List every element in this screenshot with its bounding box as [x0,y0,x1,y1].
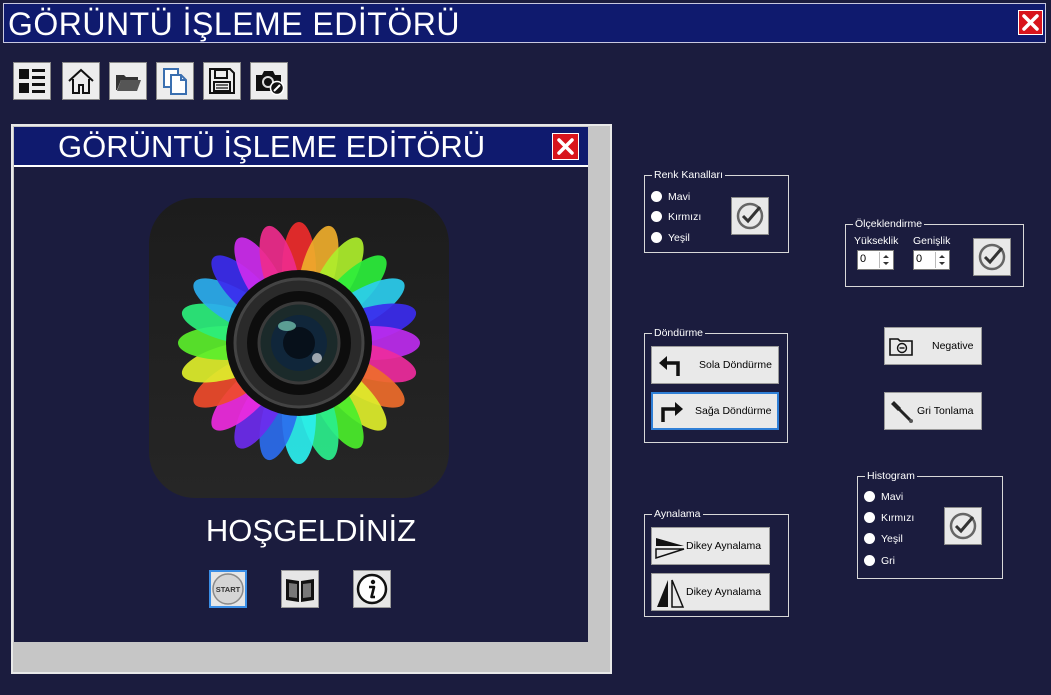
height-stepper[interactable]: 0 [857,250,894,270]
help-book-button[interactable] [281,570,319,608]
start-icon: START [212,573,244,605]
negative-folder-icon [889,338,913,356]
radio-label: Mavi [881,491,904,503]
camera-flower-logo-icon [178,222,420,464]
mirror-button-1-label: Dikey Aynalama [686,540,762,552]
rotate-left-label: Sola Döndürme [699,359,772,371]
title-bar: GÖRÜNTÜ İŞLEME EDİTÖRÜ [3,3,1046,43]
histogram-group: Histogram Mavi Kırmızı Yeşil Gri [857,469,1003,579]
menu-button[interactable] [13,62,51,100]
copy-icon [163,68,187,95]
radio-hist-mavi[interactable]: Mavi [864,490,903,504]
app-logo [149,198,449,498]
menu-icon [19,69,45,93]
negative-label: Negative [932,340,974,352]
spinner-arrows-icon[interactable] [935,252,948,268]
radio-label: Gri [881,555,895,567]
save-icon [209,68,235,94]
radio-label: Kırmızı [668,211,702,223]
scaling-apply-button[interactable] [973,238,1011,276]
radio-hist-gri[interactable]: Gri [864,554,895,568]
close-button[interactable] [1018,10,1043,35]
negative-button[interactable]: Negative [884,327,982,365]
eyedropper-icon [891,401,913,423]
scaling-group: Ölçeklendirme Yükseklik Genişlik 0 0 [845,217,1024,287]
radio-hist-kirmizi[interactable]: Kırmızı [864,511,914,525]
start-label: START [216,585,241,594]
home-icon [68,68,94,94]
mirroring-group: Aynalama Dikey Aynalama Dikey Aynalama [644,507,789,617]
scaling-label: Ölçeklendirme [853,217,925,231]
check-circle-icon [949,512,977,540]
color-channels-group: Renk Kanalları Mavi Kırmızı Yeşil [644,168,789,253]
rotation-label: Döndürme [652,326,706,340]
radio-label: Yeşil [668,232,690,244]
save-button[interactable] [203,62,241,100]
width-stepper[interactable]: 0 [913,250,950,270]
radio-label: Mavi [668,191,691,203]
check-circle-icon [978,243,1006,271]
welcome-title: GÖRÜNTÜ İŞLEME EDİTÖRÜ [58,129,486,164]
welcome-heading: HOŞGELDİNİZ [205,513,417,548]
grayscale-label: Gri Tonlama [917,405,974,417]
rotate-right-arrow-icon [661,402,683,422]
radio-hist-yesil[interactable]: Yeşil [864,532,903,546]
rotate-right-label: Sağa Döndürme [695,405,772,417]
rotate-left-button[interactable]: Sola Döndürme [651,346,779,384]
spinner-arrows-icon[interactable] [879,252,892,268]
grayscale-button[interactable]: Gri Tonlama [884,392,982,430]
histogram-apply-button[interactable] [944,507,982,545]
width-value: 0 [916,253,923,265]
folder-open-icon [116,75,141,91]
close-icon [1022,14,1039,31]
rotation-group: Döndürme Sola Döndürme Sağa Döndürme [644,326,788,443]
radio-label: Kırmızı [881,512,915,524]
mirror-button-1[interactable]: Dikey Aynalama [651,527,770,565]
mirror-button-2[interactable]: Dikey Aynalama [651,573,770,611]
info-icon [356,573,388,605]
welcome-title-bar: GÖRÜNTÜ İŞLEME EDİTÖRÜ [14,127,588,167]
height-value: 0 [860,253,867,265]
window-title: GÖRÜNTÜ İŞLEME EDİTÖRÜ [8,6,460,42]
histogram-label: Histogram [865,469,917,483]
start-button[interactable]: START [209,570,247,608]
open-folder-button[interactable] [109,62,147,100]
home-button[interactable] [62,62,100,100]
radio-color-mavi[interactable]: Mavi [651,190,690,204]
welcome-close-button[interactable] [552,133,579,160]
rotate-right-button[interactable]: Sağa Döndürme [651,392,779,430]
radio-label: Yeşil [881,533,903,545]
mirror-button-2-label: Dikey Aynalama [686,586,762,598]
info-button[interactable] [353,570,391,608]
close-icon [557,138,574,155]
color-channels-label: Renk Kanalları [652,168,725,182]
check-circle-icon [736,202,764,230]
height-label: Yükseklik [854,235,899,247]
vertical-flip-icon [657,579,685,608]
radio-color-yesil[interactable]: Yeşil [651,231,690,245]
copy-button[interactable] [156,62,194,100]
radio-color-kirmizi[interactable]: Kırmızı [651,210,701,224]
rotate-left-arrow-icon [659,356,680,376]
camera-edit-button[interactable] [250,62,288,100]
book-icon [286,579,314,602]
horizontal-flip-icon [655,538,685,560]
mirroring-label: Aynalama [652,507,703,521]
color-channels-apply-button[interactable] [731,197,769,235]
camera-edit-icon [256,71,284,96]
width-label: Genişlik [913,235,951,247]
